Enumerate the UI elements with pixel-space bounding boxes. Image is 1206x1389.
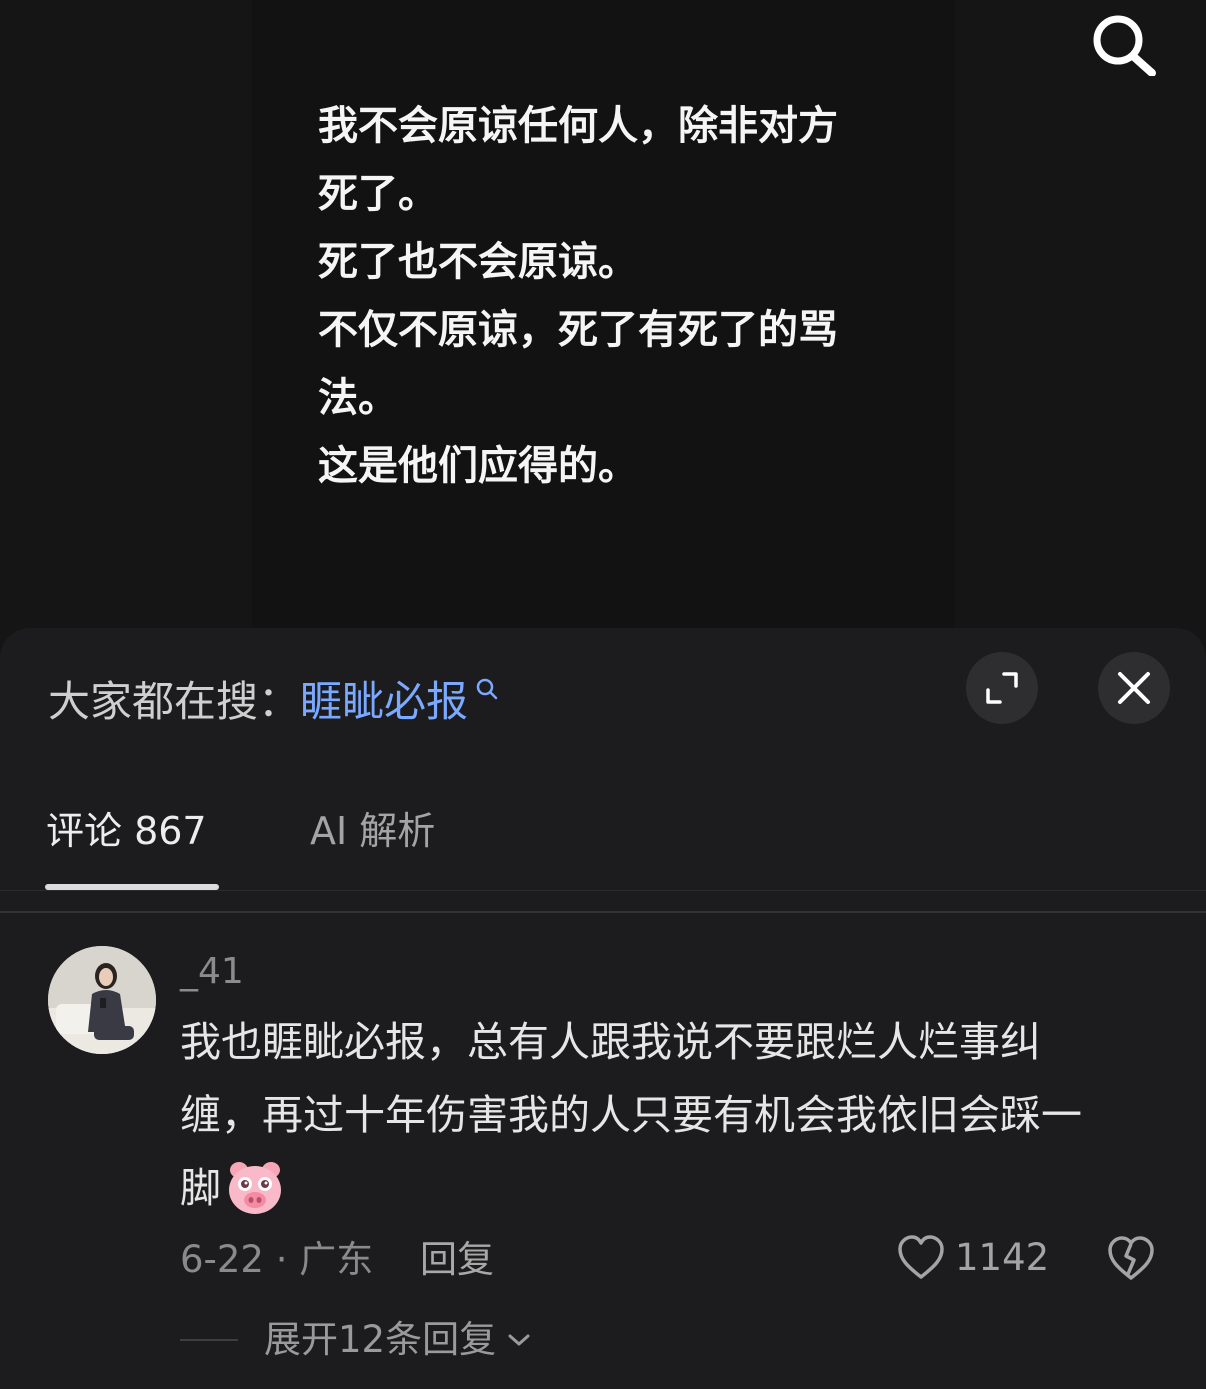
- close-button[interactable]: [1098, 652, 1170, 724]
- caption-line: 不仅不原谅，死了有死了的骂: [318, 307, 838, 353]
- comment-panel: 大家都在搜： 睚眦必报 评论 867 AI 解析 _41 我也睚眦必报，总有人跟…: [0, 628, 1206, 1389]
- avatar[interactable]: [48, 946, 156, 1054]
- like-count: 1142: [955, 1236, 1050, 1279]
- comment-date-location: 6-22 · 广东: [180, 1238, 374, 1281]
- divider: [0, 911, 1206, 913]
- divider-line: [180, 1339, 238, 1341]
- caption-line: 法。: [318, 375, 398, 421]
- reply-button[interactable]: 回复: [420, 1236, 494, 1284]
- trending-query: 睚眦必报: [300, 677, 469, 726]
- trending-search: 大家都在搜： 睚眦必报: [48, 674, 500, 730]
- pig-emoji-icon: [225, 1160, 285, 1239]
- comment-username[interactable]: _41: [180, 950, 244, 994]
- trending-label: 大家都在搜：: [48, 677, 301, 726]
- caption-line: 死了也不会原谅。: [318, 239, 638, 285]
- comment-tabs: 评论 867 AI 解析: [0, 778, 1206, 892]
- caption-line: 我不会原谅任何人，除非对方: [318, 103, 838, 149]
- broken-heart-icon: [1108, 1236, 1154, 1280]
- search-icon: [476, 678, 498, 700]
- comment-line: 我也睚眦必报，总有人跟我说不要跟烂人烂事纠: [180, 1018, 1041, 1066]
- comment-line-last: 脚: [180, 1152, 1170, 1239]
- caption-line: 死了。: [318, 171, 438, 217]
- video-caption: 我不会原谅任何人，除非对方 死了。 死了也不会原谅。 不仅不原谅，死了有死了的骂…: [318, 92, 888, 500]
- expand-icon: [986, 672, 1018, 704]
- search-icon: [1093, 15, 1156, 77]
- divider: [0, 890, 1206, 891]
- chevron-down-icon: [508, 1334, 530, 1346]
- search-button[interactable]: [1088, 12, 1158, 77]
- avatar-photo: [48, 946, 156, 1054]
- expand-replies-label: 展开12条回复: [264, 1318, 497, 1361]
- caption-line: 这是他们应得的。: [318, 443, 638, 489]
- comment-line: 脚: [180, 1164, 221, 1212]
- expand-replies-button[interactable]: 展开12条回复: [180, 1316, 532, 1364]
- like-button[interactable]: 1142: [897, 1234, 1049, 1282]
- heart-icon: [898, 1235, 944, 1279]
- comment-line: 缠，再过十年伤害我的人只要有机会我依旧会踩一: [180, 1091, 1082, 1139]
- dislike-button[interactable]: [1106, 1236, 1156, 1286]
- tab-comments[interactable]: 评论 867: [46, 806, 207, 856]
- fullscreen-button[interactable]: [966, 652, 1038, 724]
- close-icon: [1118, 672, 1150, 704]
- comment-body: 我也睚眦必报，总有人跟我说不要跟烂人烂事纠 缠，再过十年伤害我的人只要有机会我依…: [180, 1006, 1170, 1239]
- video-player[interactable]: 我不会原谅任何人，除非对方 死了。 死了也不会原谅。 不仅不原谅，死了有死了的骂…: [0, 0, 1206, 660]
- tab-ai-analysis[interactable]: AI 解析: [310, 806, 435, 856]
- trending-search-link[interactable]: 睚眦必报: [300, 674, 500, 730]
